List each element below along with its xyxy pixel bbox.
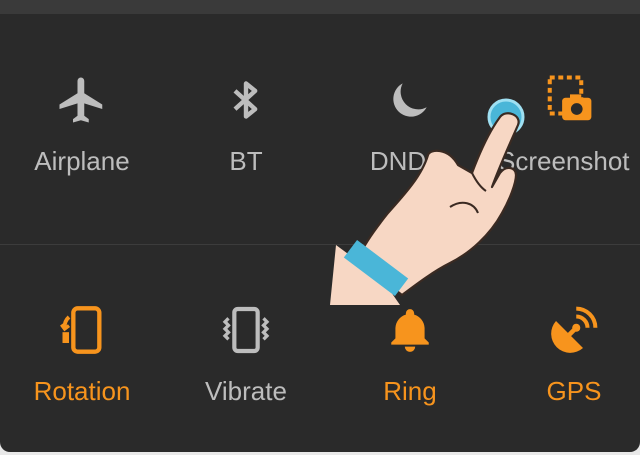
toggle-label: Screenshot xyxy=(498,146,630,176)
toggle-label: GPS xyxy=(546,376,602,406)
moon-icon xyxy=(380,70,440,130)
toggle-screenshot[interactable]: Screenshot xyxy=(498,70,640,190)
toggle-label: Airplane xyxy=(34,146,130,176)
rotation-icon xyxy=(52,300,112,360)
toggle-label: BT xyxy=(229,146,263,176)
toggle-label: DND xyxy=(369,146,427,176)
toggle-gps[interactable]: GPS xyxy=(494,300,640,420)
toggle-vibrate[interactable]: Vibrate xyxy=(166,300,326,420)
gps-icon xyxy=(544,300,604,360)
toggle-label: Ring xyxy=(383,376,437,406)
toggle-dnd[interactable]: DND xyxy=(330,70,490,190)
bluetooth-icon xyxy=(216,70,276,130)
quick-settings-panel: Airplane BT DND Screenshot Rotation Vibr… xyxy=(0,0,640,452)
vibrate-icon xyxy=(216,300,276,360)
toggle-label: Rotation xyxy=(33,376,131,406)
airplane-icon xyxy=(52,70,112,130)
toggle-airplane[interactable]: Airplane xyxy=(2,70,162,190)
toggle-bluetooth[interactable]: BT xyxy=(166,70,326,190)
row-divider xyxy=(0,244,640,245)
toggle-ring[interactable]: Ring xyxy=(330,300,490,420)
toggle-rotation[interactable]: Rotation xyxy=(2,300,162,420)
toggle-label: Vibrate xyxy=(205,376,287,406)
screenshot-icon xyxy=(540,70,600,130)
bell-icon xyxy=(380,300,440,360)
